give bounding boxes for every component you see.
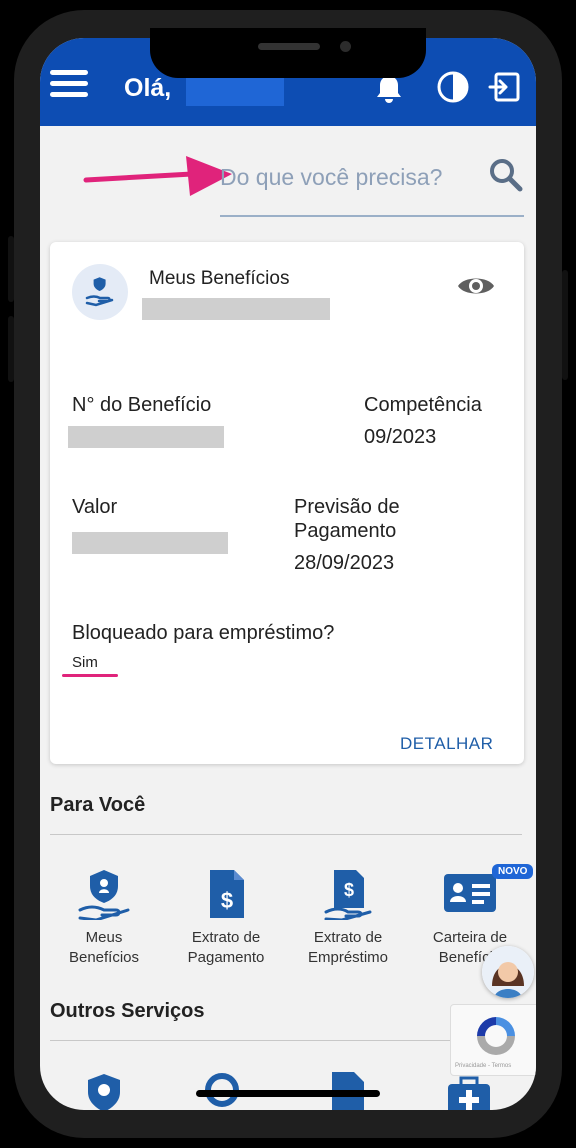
hand-shield-icon bbox=[78, 870, 130, 920]
payment-label-line1: Previsão de bbox=[294, 496, 400, 518]
annotation-underline bbox=[62, 674, 118, 677]
document-dollar-icon: $ bbox=[210, 870, 244, 918]
value-label: Valor bbox=[72, 496, 118, 518]
recaptcha-text: Privacidade - Termos bbox=[455, 1063, 512, 1069]
payment-value: 28/09/2023 bbox=[294, 552, 395, 574]
speaker bbox=[258, 43, 320, 50]
benefit-number-label: N° do Benefício bbox=[72, 394, 212, 416]
value-redacted bbox=[72, 532, 228, 554]
virtual-assistant-avatar[interactable] bbox=[482, 946, 534, 998]
shortcut-label-line1: Extrato de bbox=[313, 929, 383, 946]
benefit-avatar bbox=[72, 264, 128, 320]
recaptcha-icon bbox=[477, 1017, 515, 1055]
greeting-text: Olá, bbox=[124, 74, 172, 102]
medical-kit-icon[interactable] bbox=[444, 1076, 494, 1110]
search-input[interactable] bbox=[220, 159, 480, 195]
shortcut-label-line1: Extrato de bbox=[191, 929, 261, 946]
para-voce-title: Para Você bbox=[50, 794, 146, 816]
phone-frame: Olá, Do que você precisa? Meus Benefício… bbox=[0, 0, 576, 1148]
benefit-number-redacted bbox=[68, 426, 224, 448]
section-divider bbox=[50, 834, 522, 835]
document-hand-icon: $ bbox=[324, 870, 372, 920]
competence-value: 09/2023 bbox=[364, 426, 437, 448]
shortcut-meus-beneficios[interactable]: Meus Benefícios bbox=[46, 868, 162, 968]
search-bar bbox=[220, 153, 524, 217]
shortcut-label-line2: Empréstimo bbox=[307, 949, 389, 966]
blocked-value: Sim bbox=[72, 654, 98, 671]
shortcut-label-line1: Meus bbox=[85, 929, 123, 946]
user-name-redacted bbox=[186, 78, 284, 106]
payment-label-line2: Pagamento bbox=[294, 520, 397, 542]
search-icon[interactable] bbox=[488, 157, 524, 193]
svg-text:$: $ bbox=[221, 888, 233, 913]
outros-servicos-title: Outros Serviços bbox=[50, 1000, 205, 1022]
competence-label: Competência bbox=[364, 394, 482, 416]
svg-text:$: $ bbox=[344, 880, 354, 900]
contrast-icon[interactable] bbox=[436, 70, 470, 104]
shortcut-label-line2: Benefícios bbox=[68, 949, 140, 966]
assistant-avatar-icon bbox=[482, 946, 534, 998]
blocked-label: Bloqueado para empréstimo? bbox=[72, 622, 335, 644]
benefit-card: Meus Benefícios N° do Benefício Competên… bbox=[50, 242, 524, 764]
eye-icon[interactable] bbox=[456, 272, 496, 300]
card-title: Meus Benefícios bbox=[149, 268, 290, 289]
home-indicator[interactable] bbox=[196, 1090, 380, 1097]
detail-link[interactable]: DETALHAR bbox=[400, 734, 493, 754]
app-screen: Olá, Do que você precisa? Meus Benefício… bbox=[40, 38, 536, 1110]
annotation-arrow bbox=[83, 156, 232, 196]
logout-icon[interactable] bbox=[488, 70, 522, 104]
new-badge: NOVO bbox=[492, 864, 534, 879]
phone-notch bbox=[150, 28, 426, 78]
shortcut-label-line1: Carteira de bbox=[432, 929, 508, 946]
id-card-icon bbox=[444, 874, 496, 912]
shortcut-extrato-pagamento[interactable]: $ Extrato de Pagamento bbox=[168, 868, 284, 968]
shield-service-icon[interactable] bbox=[82, 1072, 126, 1110]
recaptcha-badge[interactable]: Privacidade - Termos bbox=[450, 1004, 536, 1076]
shortcut-label-line2: Pagamento bbox=[187, 949, 265, 966]
card-subtitle-redacted bbox=[142, 298, 330, 320]
menu-icon[interactable] bbox=[50, 70, 88, 100]
front-camera bbox=[340, 41, 351, 52]
power-button bbox=[562, 270, 568, 380]
hand-shield-icon bbox=[85, 277, 114, 307]
shortcut-extrato-emprestimo[interactable]: $ Extrato de Empréstimo bbox=[290, 868, 406, 968]
